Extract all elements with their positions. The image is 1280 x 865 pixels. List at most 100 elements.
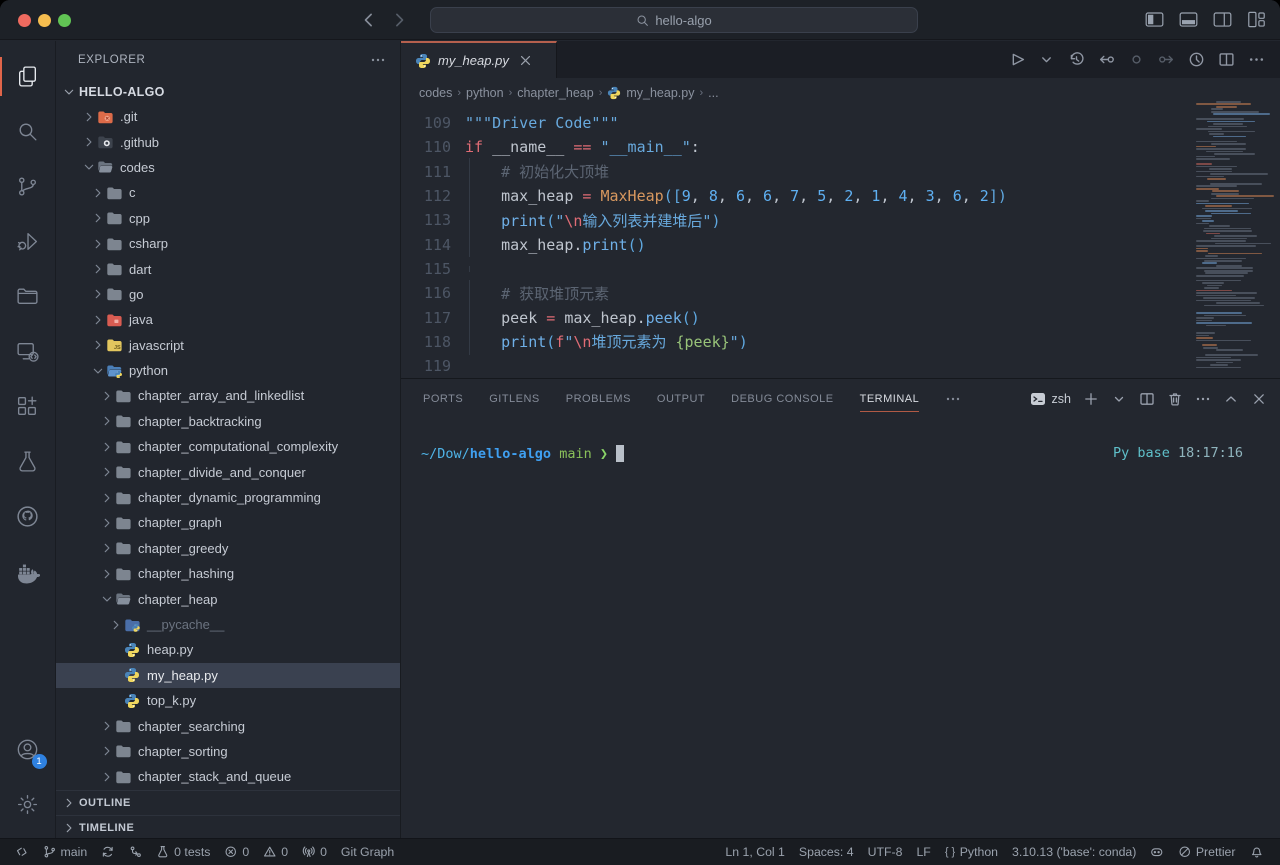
tree-item-chapter-divide-and-conquer[interactable]: chapter_divide_and_conquer xyxy=(56,459,400,484)
tree-item-my-heap-py[interactable]: my_heap.py xyxy=(56,663,400,688)
tree-root-hello-algo[interactable]: HELLO-ALGO xyxy=(56,79,400,104)
tree-item-chapter-graph[interactable]: chapter_graph xyxy=(56,510,400,535)
code-line-114[interactable]: 114 max_heap.print() xyxy=(401,232,1280,256)
breadcrumb-item[interactable]: my_heap.py xyxy=(626,86,694,100)
status-prettier[interactable]: Prettier xyxy=(1171,845,1243,859)
close-window-button[interactable] xyxy=(18,14,31,27)
toggle-secondary-sidebar-icon[interactable] xyxy=(1213,10,1232,29)
sidebar-more-icon[interactable] xyxy=(370,52,386,68)
panel-more-icon[interactable] xyxy=(1195,391,1211,407)
status-gitlens-compare[interactable] xyxy=(122,845,150,859)
customize-layout-icon[interactable] xyxy=(1247,10,1266,29)
close-panel-icon[interactable] xyxy=(1251,391,1267,407)
status-tests-status[interactable]: 0 tests xyxy=(149,845,217,859)
navigate-forward-icon[interactable] xyxy=(390,10,410,30)
tree-item-javascript[interactable]: JSjavascript xyxy=(56,333,400,358)
activity-settings[interactable] xyxy=(0,777,56,832)
section-timeline[interactable]: TIMELINE xyxy=(56,815,400,838)
command-center-search[interactable]: hello-algo xyxy=(430,7,918,33)
terminal[interactable]: ~/Dow/hello-algo main ❯ Py base 18:17:16 xyxy=(401,419,1280,462)
activity-source-control[interactable] xyxy=(0,159,56,214)
run-timer-icon[interactable] xyxy=(1188,51,1205,68)
activity-search[interactable] xyxy=(0,104,56,159)
tree-item-heap-py[interactable]: heap.py xyxy=(56,637,400,662)
activity-remote-explorer[interactable] xyxy=(0,324,56,379)
tree-item--pycache-[interactable]: __pycache__ xyxy=(56,612,400,637)
code-line-118[interactable]: 118 print(f"\n堆顶元素为 {peek}") xyxy=(401,330,1280,354)
section-outline[interactable]: OUTLINE xyxy=(56,790,400,816)
status-remote-indicator[interactable] xyxy=(8,845,36,859)
code-line-117[interactable]: 117 peek = max_heap.peek() xyxy=(401,305,1280,329)
tree-item-top-k-py[interactable]: top_k.py xyxy=(56,688,400,713)
status-encoding[interactable]: UTF-8 xyxy=(861,845,910,859)
status-language-mode[interactable]: { }Python xyxy=(938,845,1005,859)
code-line-119[interactable]: 119 xyxy=(401,354,1280,378)
status-eol[interactable]: LF xyxy=(909,845,937,859)
activity-extensions[interactable] xyxy=(0,379,56,434)
tree-item-cpp[interactable]: cpp xyxy=(56,206,400,231)
run-dropdown-icon[interactable] xyxy=(1038,51,1055,68)
tree-item-chapter-backtracking[interactable]: chapter_backtracking xyxy=(56,409,400,434)
status-ports-forwarded[interactable]: 0 xyxy=(295,845,334,859)
status-problems-warnings[interactable]: 0 xyxy=(256,845,295,859)
terminal-dropdown-icon[interactable] xyxy=(1111,391,1127,407)
code-line-109[interactable]: 109"""Driver Code""" xyxy=(401,111,1280,135)
status-python-interpreter[interactable]: 3.10.13 ('base': conda) xyxy=(1005,845,1143,859)
code-line-112[interactable]: 112 max_heap = MaxHeap([9, 8, 6, 6, 7, 5… xyxy=(401,184,1280,208)
status-git-branch[interactable]: main xyxy=(36,845,95,859)
new-terminal-icon[interactable] xyxy=(1083,391,1099,407)
nav-back-icon[interactable] xyxy=(1098,51,1115,68)
minimap[interactable] xyxy=(1196,101,1274,371)
nav-circle-icon[interactable] xyxy=(1128,51,1145,68)
tree-item-python[interactable]: python xyxy=(56,358,400,383)
breadcrumb-item[interactable]: python xyxy=(466,86,504,100)
status-copilot[interactable] xyxy=(1143,845,1171,859)
code-line-115[interactable]: 115 xyxy=(401,257,1280,281)
tree-item-chapter-greedy[interactable]: chapter_greedy xyxy=(56,536,400,561)
split-terminal-icon[interactable] xyxy=(1139,391,1155,407)
status-problems-errors[interactable]: 0 xyxy=(217,845,256,859)
code-line-113[interactable]: 113 print("\n输入列表并建堆后") xyxy=(401,208,1280,232)
tree-item-chapter-dynamic-programming[interactable]: chapter_dynamic_programming xyxy=(56,485,400,510)
tree-item-chapter-hashing[interactable]: chapter_hashing xyxy=(56,561,400,586)
activity-docker[interactable] xyxy=(0,544,56,599)
breadcrumb-item[interactable]: ... xyxy=(708,86,718,100)
tab-my-heap-py[interactable]: my_heap.py xyxy=(401,41,557,78)
tree-item-go[interactable]: go xyxy=(56,282,400,307)
panel-tab-problems[interactable]: PROBLEMS xyxy=(566,379,631,419)
panel-tab-ports[interactable]: PORTS xyxy=(423,379,463,419)
tree-item-chapter-computational-complexity[interactable]: chapter_computational_complexity xyxy=(56,434,400,459)
history-icon[interactable] xyxy=(1068,51,1085,68)
tree-item-chapter-searching[interactable]: chapter_searching xyxy=(56,713,400,738)
zoom-window-button[interactable] xyxy=(58,14,71,27)
status-indentation[interactable]: Spaces: 4 xyxy=(792,845,861,859)
run-button[interactable] xyxy=(1008,51,1025,68)
tree-item-chapter-array-and-linkedlist[interactable]: chapter_array_and_linkedlist xyxy=(56,383,400,408)
panel-tab-output[interactable]: OUTPUT xyxy=(657,379,705,419)
tree-item-chapter-heap[interactable]: chapter_heap xyxy=(56,586,400,611)
tree-item-java[interactable]: java xyxy=(56,307,400,332)
close-tab-icon[interactable] xyxy=(518,53,533,68)
code-line-111[interactable]: 111 # 初始化大顶堆 xyxy=(401,160,1280,184)
activity-github[interactable] xyxy=(0,489,56,544)
toggle-panel-icon[interactable] xyxy=(1179,10,1198,29)
maximize-panel-icon[interactable] xyxy=(1223,391,1239,407)
more-actions-icon[interactable] xyxy=(1248,51,1265,68)
breadcrumb-item[interactable]: chapter_heap xyxy=(517,86,593,100)
panel-tab-debug-console[interactable]: DEBUG CONSOLE xyxy=(731,379,833,419)
tree-item-chapter-sorting[interactable]: chapter_sorting xyxy=(56,739,400,764)
activity-run-and-debug[interactable] xyxy=(0,214,56,269)
toggle-primary-sidebar-icon[interactable] xyxy=(1145,10,1164,29)
split-editor-icon[interactable] xyxy=(1218,51,1235,68)
status-cursor-position[interactable]: Ln 1, Col 1 xyxy=(718,845,791,859)
shell-selector[interactable]: zsh xyxy=(1030,391,1071,407)
panel-tabs-more-icon[interactable] xyxy=(945,391,961,407)
breadcrumb[interactable]: codes›python›chapter_heap›my_heap.py›... xyxy=(401,78,1280,107)
panel-tab-gitlens[interactable]: GITLENS xyxy=(489,379,540,419)
tree-item-dart[interactable]: dart xyxy=(56,256,400,281)
status-notifications[interactable] xyxy=(1243,845,1271,859)
navigate-back-icon[interactable] xyxy=(358,10,378,30)
tree-item--github[interactable]: .github xyxy=(56,129,400,154)
kill-terminal-icon[interactable] xyxy=(1167,391,1183,407)
status-git-graph[interactable]: Git Graph xyxy=(334,845,401,859)
